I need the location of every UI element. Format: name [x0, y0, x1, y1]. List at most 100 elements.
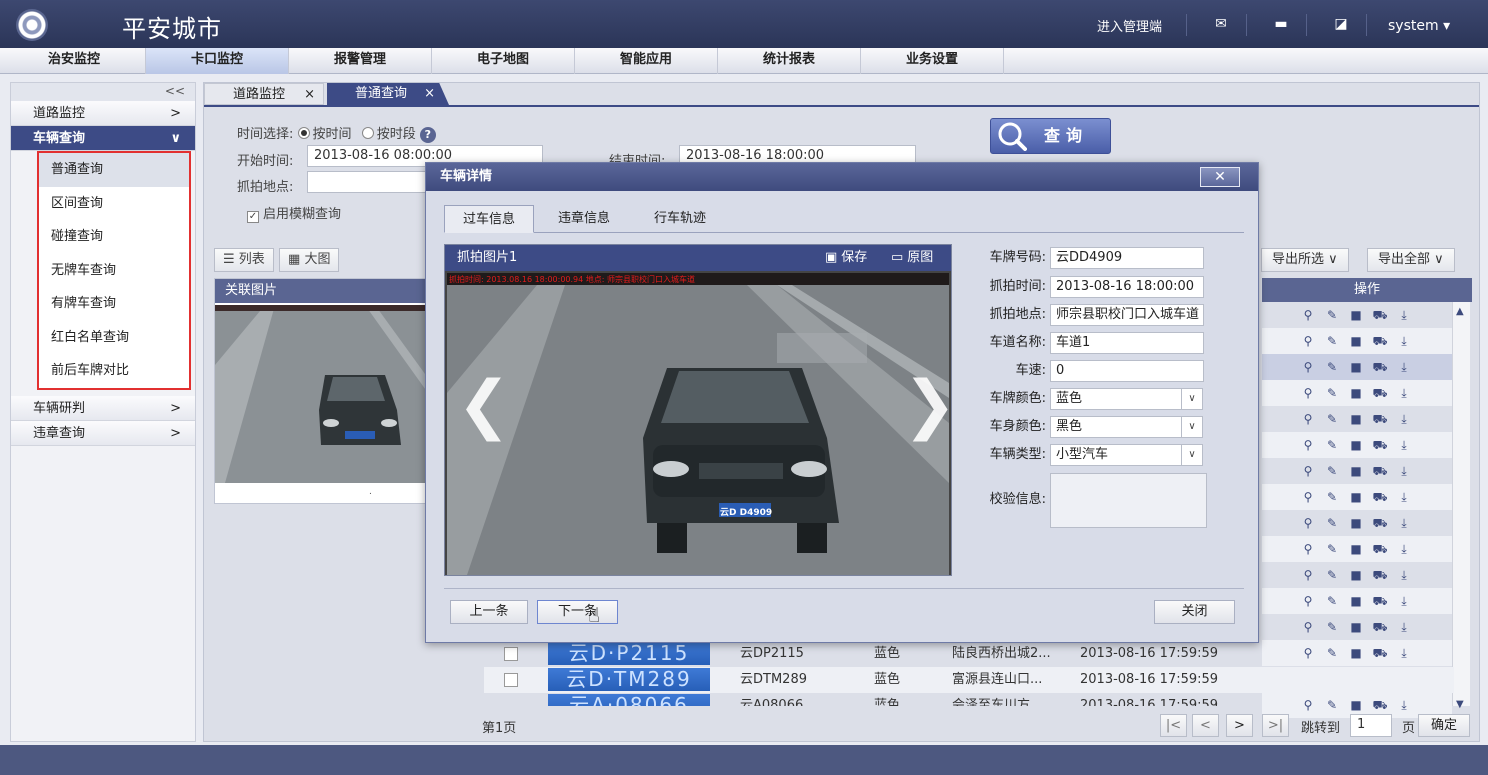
video-icon[interactable]: ■ [1348, 437, 1364, 453]
chevron-down-icon[interactable]: ∨ [1181, 389, 1202, 409]
tab-pass-info[interactable]: 过车信息 [444, 205, 535, 233]
video-icon[interactable]: ■ [1348, 307, 1364, 323]
submenu-item-plate-compare[interactable]: 前后车牌对比 [39, 354, 189, 388]
sidebar-item-road-monitor[interactable]: 道路监控 > [11, 101, 195, 126]
video-icon[interactable]: ■ [1348, 567, 1364, 583]
close-icon[interactable]: × [304, 84, 315, 106]
export-selected-button[interactable]: 导出所选 ∨ [1261, 248, 1349, 272]
chevron-down-icon[interactable]: ∨ [1181, 417, 1202, 437]
alarm-bell-icon[interactable]: ▬ [1270, 15, 1292, 33]
download-icon[interactable]: ⤓ [1396, 489, 1412, 505]
capture-place-field[interactable]: 师宗县职校门口入城车道 [1050, 304, 1204, 326]
nav-tab-settings[interactable]: 业务设置 [861, 48, 1004, 74]
car-icon[interactable]: ⛟ [1372, 541, 1388, 557]
magnifier-icon[interactable]: ⚲ [1300, 619, 1316, 635]
submenu-item-plated-query[interactable]: 有牌车查询 [39, 287, 189, 321]
video-icon[interactable]: ■ [1348, 619, 1364, 635]
magnifier-icon[interactable]: ⚲ [1300, 463, 1316, 479]
download-icon[interactable]: ⤓ [1396, 307, 1412, 323]
edit-icon[interactable]: ✎ [1324, 307, 1340, 323]
car-icon[interactable]: ⛟ [1372, 307, 1388, 323]
dialog-close-bottom-button[interactable]: 关闭 [1154, 600, 1235, 624]
nav-tab-checkpoint[interactable]: 卡口监控 [146, 48, 289, 74]
download-icon[interactable]: ⤓ [1396, 593, 1412, 609]
nav-tab-public-security[interactable]: 治安监控 [3, 48, 146, 74]
car-icon[interactable]: ⛟ [1372, 515, 1388, 531]
row-checkbox[interactable] [504, 647, 518, 661]
video-icon[interactable]: ■ [1348, 411, 1364, 427]
next-photo-arrow-icon[interactable]: ❯ [903, 373, 949, 437]
export-all-button[interactable]: 导出全部 ∨ [1367, 248, 1455, 272]
page-tab-normal-query[interactable]: 普通查询 × [327, 83, 449, 105]
edit-icon[interactable]: ✎ [1324, 385, 1340, 401]
magnifier-icon[interactable]: ⚲ [1300, 359, 1316, 375]
magnifier-icon[interactable]: ⚲ [1300, 307, 1316, 323]
fuzzy-query-row[interactable]: ✓ 启用模糊查询 [247, 203, 341, 223]
sidebar-item-vehicle-query[interactable]: 车辆查询 ∨ [11, 126, 195, 151]
edit-icon[interactable]: ✎ [1324, 489, 1340, 505]
download-icon[interactable]: ⤓ [1396, 619, 1412, 635]
magnifier-icon[interactable]: ⚲ [1300, 515, 1316, 531]
speed-field[interactable]: 0 [1050, 360, 1204, 382]
last-page-button[interactable]: >| [1262, 714, 1289, 737]
page-tab-road-monitor[interactable]: 道路监控 × [204, 83, 324, 105]
related-image-thumbnail[interactable] [215, 305, 433, 483]
edit-icon[interactable]: ✎ [1324, 515, 1340, 531]
original-photo-button[interactable]: ▭ 原图 [891, 245, 933, 271]
car-icon[interactable]: ⛟ [1372, 385, 1388, 401]
download-icon[interactable]: ⤓ [1396, 385, 1412, 401]
download-icon[interactable]: ⤓ [1396, 333, 1412, 349]
user-menu[interactable]: system ▾ [1388, 18, 1450, 34]
download-icon[interactable]: ⤓ [1396, 359, 1412, 375]
vehicle-type-select[interactable]: 小型汽车 ∨ [1050, 444, 1203, 466]
list-view-button[interactable]: ☰ 列表 [214, 248, 274, 272]
magnifier-icon[interactable]: ⚲ [1300, 541, 1316, 557]
car-icon[interactable]: ⛟ [1372, 463, 1388, 479]
magnifier-icon[interactable]: ⚲ [1300, 489, 1316, 505]
car-icon[interactable]: ⛟ [1372, 411, 1388, 427]
row-checkbox[interactable] [504, 673, 518, 687]
video-icon[interactable]: ■ [1348, 541, 1364, 557]
download-icon[interactable]: ⤓ [1396, 463, 1412, 479]
download-icon[interactable]: ⤓ [1396, 411, 1412, 427]
download-icon[interactable]: ⤓ [1396, 437, 1412, 453]
prev-record-button[interactable]: 上一条 [450, 600, 528, 624]
edit-icon[interactable]: ✎ [1324, 359, 1340, 375]
next-page-button[interactable]: > [1226, 714, 1253, 737]
nav-tab-smart-apps[interactable]: 智能应用 [575, 48, 718, 74]
prev-page-button[interactable]: < [1192, 714, 1219, 737]
scroll-down-icon[interactable]: ▼ [1456, 699, 1464, 710]
save-photo-button[interactable]: ▣ 保存 [825, 245, 867, 271]
sidebar-item-vehicle-analysis[interactable]: 车辆研判 > [11, 395, 195, 421]
edit-icon[interactable]: ✎ [1324, 333, 1340, 349]
edit-icon[interactable]: ✎ [1324, 411, 1340, 427]
car-icon[interactable]: ⛟ [1372, 489, 1388, 505]
tab-violation-info[interactable]: 违章信息 [540, 205, 628, 233]
capture-place-input[interactable] [307, 171, 427, 193]
confirm-page-button[interactable]: 确定 [1418, 714, 1470, 737]
help-icon[interactable]: ? [419, 127, 436, 143]
download-icon[interactable]: ⤓ [1396, 567, 1412, 583]
prev-photo-arrow-icon[interactable]: ❮ [457, 373, 511, 437]
submenu-item-list-query[interactable]: 红白名单查询 [39, 321, 189, 355]
submenu-item-range-query[interactable]: 区间查询 [39, 187, 189, 221]
large-view-button[interactable]: ▦ 大图 [279, 248, 340, 272]
edit-icon[interactable]: ✎ [1324, 619, 1340, 635]
car-icon[interactable]: ⛟ [1372, 619, 1388, 635]
video-icon[interactable]: ■ [1348, 359, 1364, 375]
page-number-input[interactable]: 1 [1350, 714, 1392, 737]
table-scrollbar[interactable]: ▲ ▼ [1452, 302, 1470, 710]
table-row[interactable]: 云A·08066 云A08066 蓝色 会泽至东川方... 2013-08-16… [484, 693, 1454, 706]
magnifier-icon[interactable]: ⚲ [1300, 593, 1316, 609]
message-icon[interactable]: ◪ [1330, 15, 1352, 33]
lane-name-field[interactable]: 车道1 [1050, 332, 1204, 354]
dialog-close-button[interactable]: ✕ [1200, 167, 1240, 187]
next-record-button[interactable]: 下一条 [537, 600, 618, 624]
nav-tab-alarm[interactable]: 报警管理 [289, 48, 432, 74]
magnifier-icon[interactable]: ⚲ [1300, 567, 1316, 583]
tab-track[interactable]: 行车轨迹 [636, 205, 724, 233]
radio-by-time[interactable] [297, 127, 310, 139]
plate-color-select[interactable]: 蓝色 ∨ [1050, 388, 1203, 410]
car-icon[interactable]: ⛟ [1372, 593, 1388, 609]
mail-icon[interactable]: ✉ [1210, 15, 1232, 33]
